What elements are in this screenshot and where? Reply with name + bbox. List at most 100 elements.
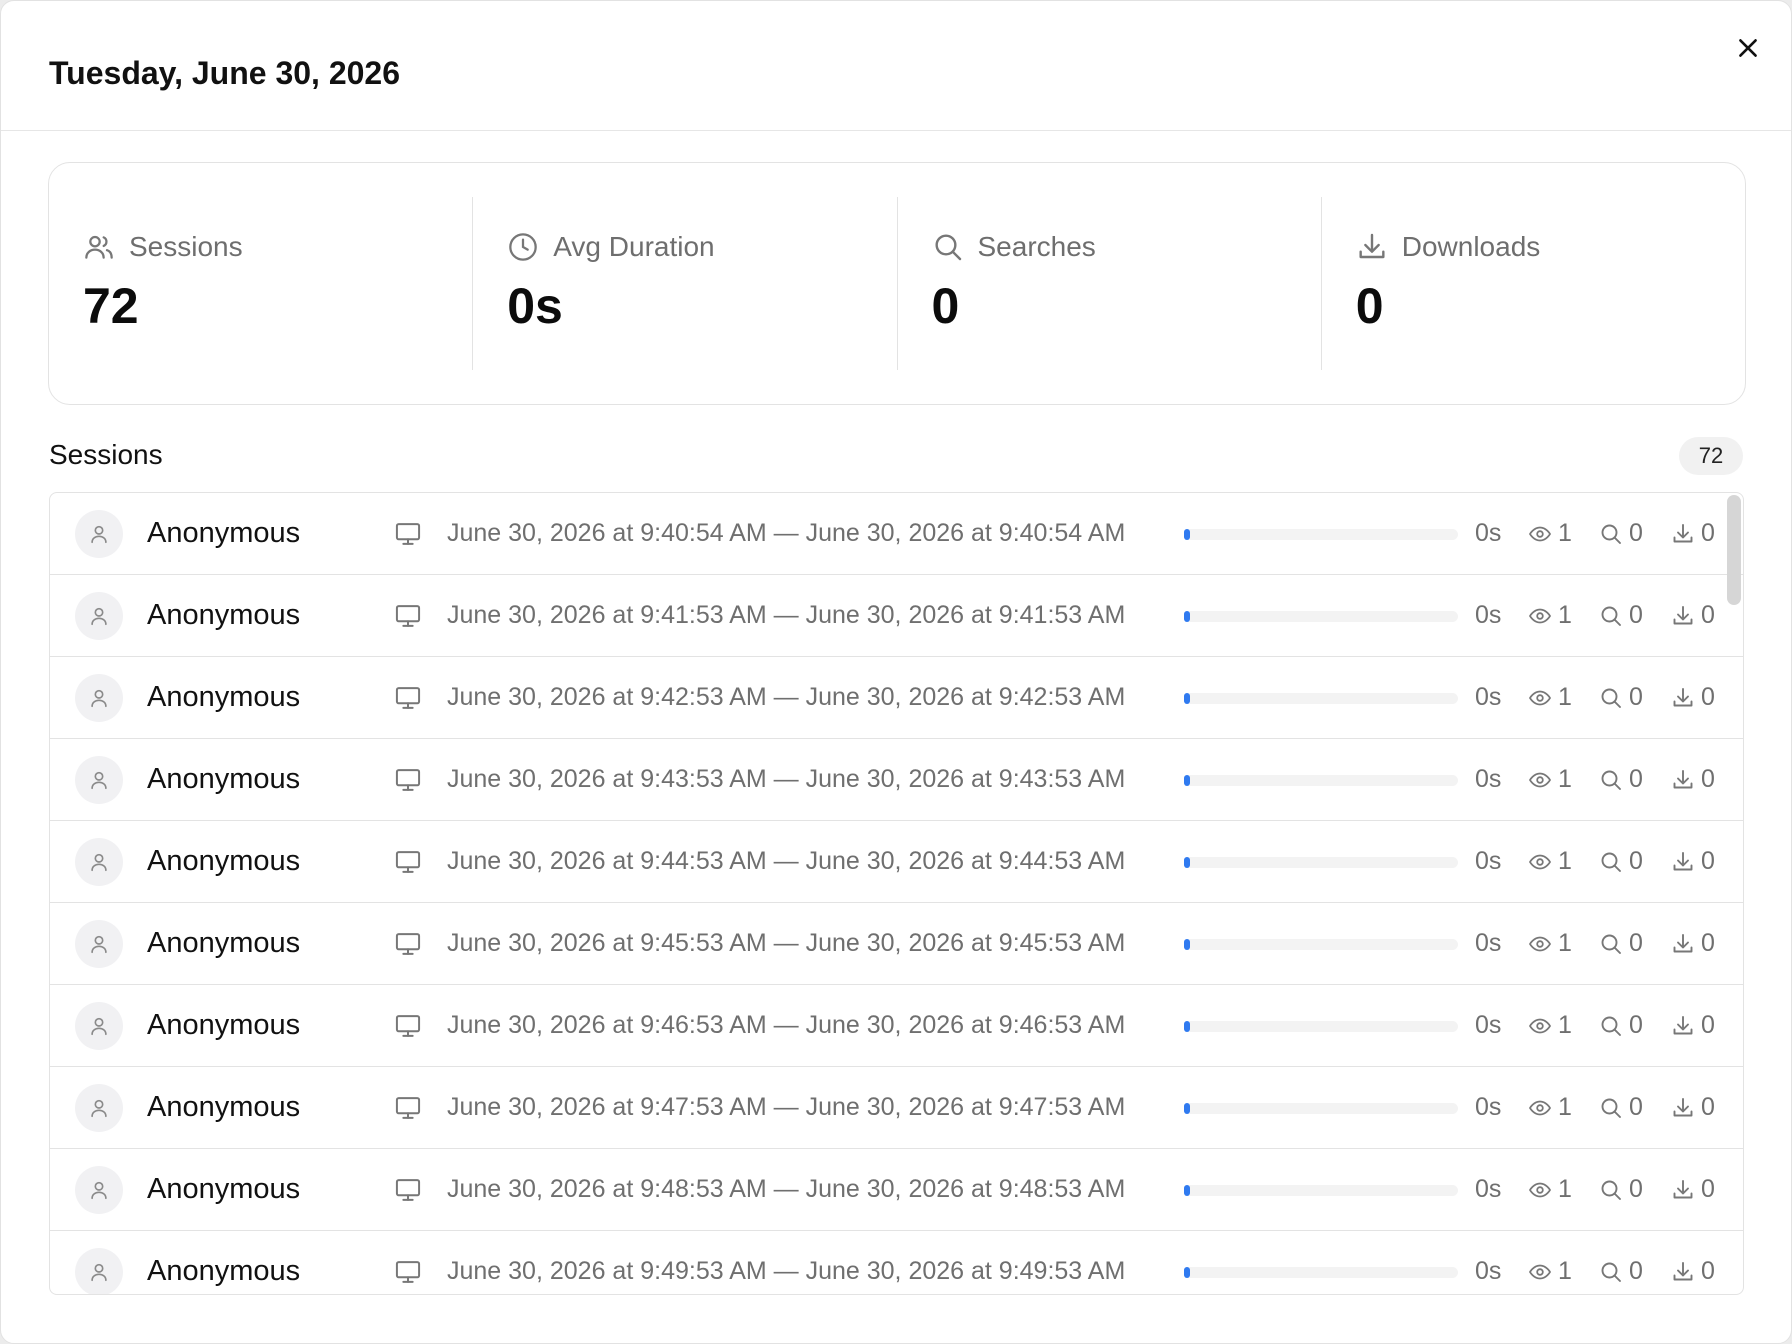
stats-card: Sessions 72 Avg Duration 0s Searches 0 D… [48, 162, 1746, 405]
session-progress-bar [1184, 611, 1458, 622]
session-progress-bar [1184, 1021, 1458, 1032]
session-row[interactable]: Anonymous June 30, 2026 at 9:45:53 AM — … [50, 903, 1743, 985]
download-icon [1673, 933, 1693, 952]
download-icon [1359, 233, 1385, 259]
stat-label: Sessions [129, 231, 243, 262]
views-count: 1 [1558, 601, 1572, 629]
desktop-icon [395, 769, 421, 791]
session-row[interactable]: Anonymous June 30, 2026 at 9:49:53 AM — … [50, 1231, 1743, 1294]
downloads-count: 0 [1701, 1175, 1715, 1203]
download-icon [1673, 523, 1693, 542]
desktop-icon [395, 851, 421, 873]
avatar [75, 1002, 123, 1050]
views-count: 1 [1558, 929, 1572, 957]
session-searches: 0 [1599, 1011, 1643, 1040]
session-downloads: 0 [1671, 683, 1715, 712]
session-progress-fill [1184, 529, 1190, 540]
session-searches: 0 [1599, 929, 1643, 958]
avatar [75, 838, 123, 886]
session-time-range: June 30, 2026 at 9:47:53 AM — June 30, 2… [447, 1093, 1126, 1121]
searches-count: 0 [1629, 765, 1643, 793]
search-icon [1601, 1098, 1621, 1118]
session-progress-bar [1184, 529, 1458, 540]
search-icon [934, 234, 961, 261]
session-downloads: 0 [1671, 519, 1715, 548]
downloads-count: 0 [1701, 1257, 1715, 1285]
session-row[interactable]: Anonymous June 30, 2026 at 9:48:53 AM — … [50, 1149, 1743, 1231]
downloads-count: 0 [1701, 929, 1715, 957]
session-duration: 0s [1475, 1093, 1502, 1121]
desktop-icon [395, 687, 421, 709]
session-user: Anonymous [147, 927, 301, 959]
session-views: 1 [1528, 683, 1572, 712]
download-icon [1673, 1097, 1693, 1116]
avatar [75, 510, 123, 558]
session-downloads: 0 [1671, 1093, 1715, 1122]
session-views: 1 [1528, 929, 1572, 958]
session-row[interactable]: Anonymous June 30, 2026 at 9:46:53 AM — … [50, 985, 1743, 1067]
session-time-range: June 30, 2026 at 9:45:53 AM — June 30, 2… [447, 929, 1126, 957]
user-icon [91, 1017, 107, 1036]
desktop-icon [395, 1097, 421, 1119]
session-row[interactable]: Anonymous June 30, 2026 at 9:42:53 AM — … [50, 657, 1743, 739]
avatar [75, 674, 123, 722]
search-icon [1601, 770, 1621, 790]
downloads-count: 0 [1701, 1011, 1715, 1039]
session-user: Anonymous [147, 681, 301, 713]
session-searches: 0 [1599, 847, 1643, 876]
user-icon [91, 689, 107, 708]
downloads-count: 0 [1701, 683, 1715, 711]
download-icon [1673, 1015, 1693, 1034]
session-row[interactable]: Anonymous June 30, 2026 at 9:40:54 AM — … [50, 493, 1743, 575]
searches-count: 0 [1629, 1257, 1643, 1285]
stat-label: Avg Duration [553, 231, 715, 262]
session-progress-fill [1184, 1103, 1190, 1114]
session-duration: 0s [1475, 601, 1502, 629]
views-count: 1 [1558, 1093, 1572, 1121]
session-progress-bar [1184, 693, 1458, 704]
user-icon [91, 853, 107, 872]
session-progress-fill [1184, 611, 1190, 622]
session-row[interactable]: Anonymous June 30, 2026 at 9:44:53 AM — … [50, 821, 1743, 903]
clock-icon [509, 233, 538, 261]
session-row[interactable]: Anonymous June 30, 2026 at 9:43:53 AM — … [50, 739, 1743, 821]
session-row[interactable]: Anonymous June 30, 2026 at 9:47:53 AM — … [50, 1067, 1743, 1149]
session-time-range: June 30, 2026 at 9:46:53 AM — June 30, 2… [447, 1011, 1126, 1039]
scrollbar-thumb[interactable] [1727, 495, 1741, 605]
session-duration: 0s [1475, 1257, 1502, 1285]
views-count: 1 [1558, 519, 1572, 547]
desktop-icon [395, 1015, 421, 1037]
desktop-icon [395, 1179, 421, 1201]
sessions-list[interactable]: Anonymous June 30, 2026 at 9:40:54 AM — … [49, 492, 1744, 1295]
stat-value: 0s [507, 278, 563, 334]
session-time-range: June 30, 2026 at 9:43:53 AM — June 30, 2… [447, 765, 1126, 793]
page-title: Tuesday, June 30, 2026 [49, 55, 400, 91]
search-icon [1601, 934, 1621, 954]
stat-searches: Searches 0 [896, 197, 1321, 370]
searches-count: 0 [1629, 519, 1643, 547]
session-user: Anonymous [147, 599, 301, 631]
session-duration: 0s [1475, 847, 1502, 875]
search-icon [1601, 524, 1621, 544]
user-icon [91, 607, 107, 626]
session-downloads: 0 [1671, 847, 1715, 876]
search-icon [1601, 688, 1621, 708]
session-time-range: June 30, 2026 at 9:40:54 AM — June 30, 2… [447, 519, 1126, 547]
searches-count: 0 [1629, 1093, 1643, 1121]
download-icon [1673, 687, 1693, 706]
modal-header: Tuesday, June 30, 2026 [1, 1, 1791, 131]
stat-value: 0 [931, 278, 960, 334]
session-row[interactable]: Anonymous June 30, 2026 at 9:41:53 AM — … [50, 575, 1743, 657]
session-duration: 0s [1475, 1175, 1502, 1203]
session-time-range: June 30, 2026 at 9:41:53 AM — June 30, 2… [447, 601, 1126, 629]
session-progress-bar [1184, 1185, 1458, 1196]
views-count: 1 [1558, 1175, 1572, 1203]
stat-sessions: Sessions 72 [49, 197, 472, 370]
session-downloads: 0 [1671, 1175, 1715, 1204]
session-time-range: June 30, 2026 at 9:44:53 AM — June 30, 2… [447, 847, 1126, 875]
session-time-range: June 30, 2026 at 9:48:53 AM — June 30, 2… [447, 1175, 1126, 1203]
session-duration: 0s [1475, 765, 1502, 793]
close-button[interactable] [1729, 29, 1767, 67]
session-progress-bar [1184, 1267, 1458, 1278]
sessions-count-badge: 72 [1679, 437, 1743, 475]
